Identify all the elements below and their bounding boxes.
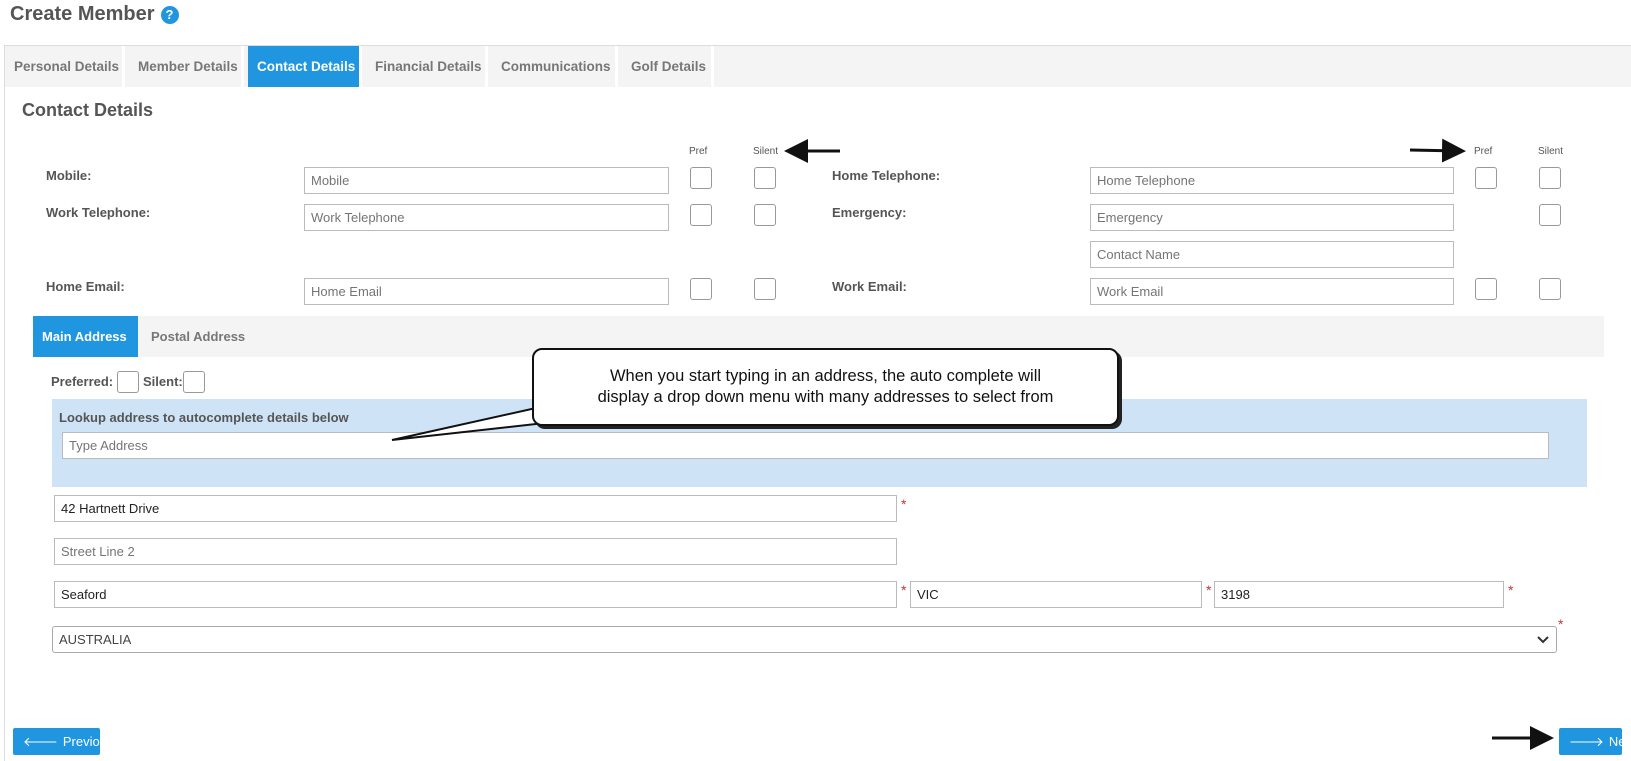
work-telephone-label: Work Telephone: [46,205,151,220]
pref-column-header-right: Pref [1474,146,1493,157]
mobile-silent-checkbox[interactable] [754,167,776,189]
previous-button-label: Previous [62,734,114,749]
tab-communications[interactable]: Communications [492,46,618,87]
tab-golf-details[interactable]: Golf Details [622,46,714,87]
address-lookup-input[interactable] [62,432,1549,459]
lookup-label: Lookup address to autocomplete details b… [59,410,349,425]
work-email-input[interactable] [1090,278,1454,305]
work-email-pref-checkbox[interactable] [1475,278,1497,300]
mobile-input[interactable] [304,167,669,194]
work-email-silent-checkbox[interactable] [1539,278,1561,300]
silent-label: Silent: [143,374,183,389]
address-silent-checkbox[interactable] [183,371,205,393]
mobile-label: Mobile: [46,168,92,183]
emergency-contact-name-input[interactable] [1090,241,1454,268]
required-marker: * [1206,582,1212,598]
postcode-input[interactable] [1214,581,1504,608]
tab-personal-details[interactable]: Personal Details [5,46,125,87]
callout-line-1: When you start typing in an address, the… [609,367,1042,385]
arrow-right-icon: 🡒 [1569,733,1604,749]
pref-column-header-left: Pref [689,146,708,157]
required-marker: * [901,496,907,512]
tab-contact-details[interactable]: Contact Details [248,46,362,87]
mobile-pref-checkbox[interactable] [690,167,712,189]
address-preferred-checkbox[interactable] [117,371,139,393]
home-email-input[interactable] [304,278,669,305]
state-input[interactable] [910,581,1202,608]
emergency-label: Emergency: [832,205,907,220]
suburb-input[interactable] [54,581,897,608]
required-marker: * [1508,582,1514,598]
tab-financial-details[interactable]: Financial Details [366,46,488,87]
arrow-left-icon: 🡐 [23,733,58,749]
street-line-1-input[interactable] [54,495,897,522]
required-marker: * [901,582,907,598]
silent-column-header-right: Silent [1538,146,1564,157]
chevron-down-icon [1536,635,1550,645]
next-button[interactable]: 🡒 Next [1559,728,1631,755]
callout-line-2: display a drop down menu with many addre… [597,388,1054,406]
callout-annotation: When you start typing in an address, the… [532,348,1119,426]
tab-member-details[interactable]: Member Details [129,46,244,87]
tab-postal-address[interactable]: Postal Address [142,316,256,357]
work-email-label: Work Email: [832,279,907,294]
country-select[interactable]: AUSTRALIA [52,626,1557,653]
home-email-label: Home Email: [46,279,125,294]
street-line-2-input[interactable] [54,538,897,565]
emergency-input[interactable] [1090,204,1454,231]
emergency-silent-checkbox[interactable] [1539,204,1561,226]
work-telephone-input[interactable] [304,204,669,231]
silent-column-header-left: Silent [753,146,779,157]
question-circle-icon[interactable]: ? [160,5,179,24]
section-title: Contact Details [22,100,154,120]
previous-button[interactable]: 🡐 Previous [13,728,113,755]
page-title-text: Create Member [10,3,155,25]
home-email-silent-checkbox[interactable] [754,278,776,300]
home-telephone-pref-checkbox[interactable] [1475,167,1497,189]
home-telephone-input[interactable] [1090,167,1454,194]
page-title: Create Member ? [10,3,179,26]
country-select-value: AUSTRALIA [59,632,132,647]
tab-main-address[interactable]: Main Address [33,316,138,357]
preferred-label: Preferred: [51,374,114,389]
required-marker: * [1558,616,1564,632]
home-telephone-silent-checkbox[interactable] [1539,167,1561,189]
home-telephone-label: Home Telephone: [832,168,941,183]
home-email-pref-checkbox[interactable] [690,278,712,300]
work-telephone-silent-checkbox[interactable] [754,204,776,226]
work-telephone-pref-checkbox[interactable] [690,204,712,226]
next-button-label: Next [1608,734,1631,749]
